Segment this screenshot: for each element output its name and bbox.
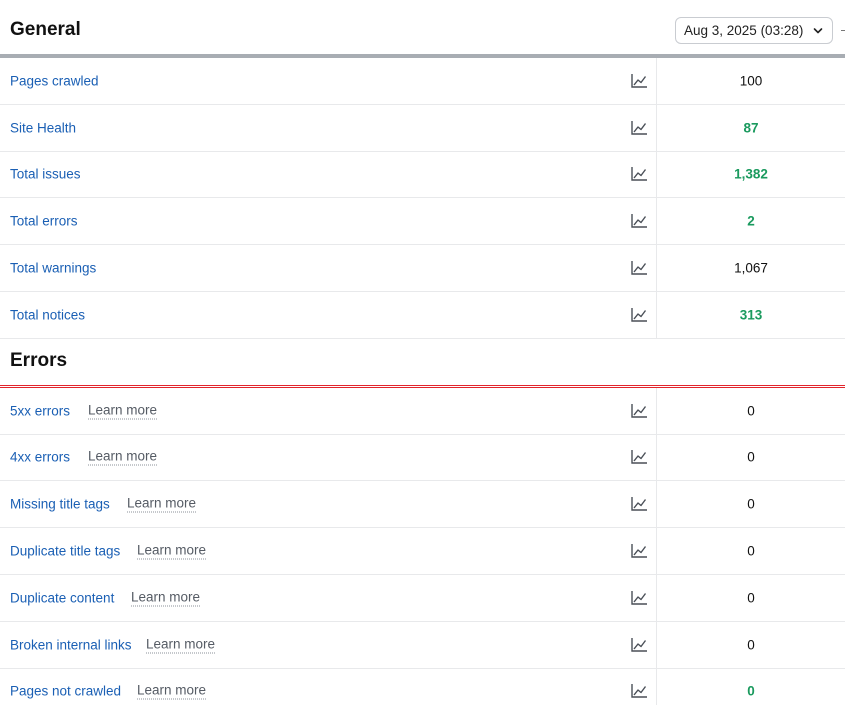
metric-link[interactable]: Total warnings (10, 261, 96, 276)
overflow-edge (841, 30, 845, 31)
line-chart-icon[interactable] (630, 403, 648, 419)
line-chart-icon[interactable] (630, 637, 648, 653)
line-chart-icon[interactable] (630, 73, 648, 89)
line-chart-icon[interactable] (630, 260, 648, 276)
error-link[interactable]: Pages not crawled (10, 684, 121, 699)
metric-value: 1,382 (734, 166, 768, 182)
error-link[interactable]: Duplicate content (10, 590, 114, 605)
error-link[interactable]: Broken internal links (10, 637, 132, 652)
metric-value: 2 (747, 213, 755, 229)
metric-link[interactable]: Pages crawled (10, 73, 99, 88)
learn-more-link[interactable]: Learn more (131, 589, 201, 607)
line-chart-icon[interactable] (630, 496, 648, 512)
line-chart-icon[interactable] (630, 590, 648, 606)
error-value: 0 (747, 496, 755, 512)
error-value: 0 (747, 590, 755, 606)
errors-header: Errors (0, 339, 845, 385)
error-row: Duplicate content Learn more 0 (0, 574, 845, 622)
errors-section: Errors 5xx errors Learn more 0 4xx error… (0, 339, 845, 705)
metric-row: Site Health 87 (0, 104, 845, 152)
error-value: 0 (747, 683, 755, 699)
metric-value: 313 (739, 307, 763, 323)
learn-more-link[interactable]: Learn more (146, 636, 216, 654)
line-chart-icon[interactable] (630, 683, 648, 699)
general-title: General (10, 19, 81, 40)
snapshot-date-value: Aug 3, 2025 (03:28) (684, 23, 804, 38)
error-row: Duplicate title tags Learn more 0 (0, 528, 845, 575)
error-row: Pages not crawled Learn more 0 (0, 668, 845, 705)
learn-more-link[interactable]: Learn more (137, 683, 207, 700)
error-link[interactable]: 5xx errors (10, 403, 70, 418)
general-header: General Aug 3, 2025 (03:28) (0, 0, 845, 58)
error-row: Missing title tags Learn more 0 (0, 481, 845, 529)
line-chart-icon[interactable] (630, 166, 648, 182)
learn-more-link[interactable]: Learn more (88, 449, 158, 466)
learn-more-link[interactable]: Learn more (137, 543, 207, 560)
line-chart-icon[interactable] (630, 543, 648, 559)
error-value: 0 (747, 637, 755, 653)
error-link[interactable]: Missing title tags (10, 497, 110, 512)
error-value: 0 (747, 449, 755, 465)
error-value: 0 (747, 543, 755, 559)
metric-row: Total errors 2 (0, 198, 845, 246)
error-value: 0 (747, 403, 755, 419)
learn-more-link[interactable]: Learn more (127, 496, 197, 513)
chevron-down-icon (813, 28, 823, 34)
metric-row: Total issues 1,382 (0, 151, 845, 199)
metric-link[interactable]: Total errors (10, 214, 78, 229)
line-chart-icon[interactable] (630, 213, 648, 229)
error-row: 5xx errors Learn more 0 (0, 387, 845, 435)
snapshot-date-select[interactable]: Aug 3, 2025 (03:28) (675, 17, 833, 44)
error-link[interactable]: Duplicate title tags (10, 544, 120, 559)
metric-link[interactable]: Total notices (10, 307, 85, 322)
metric-value: 87 (743, 120, 759, 136)
metric-row: Pages crawled 100 (0, 58, 845, 105)
line-chart-icon[interactable] (630, 449, 648, 465)
metric-link[interactable]: Site Health (10, 120, 76, 135)
error-row: Broken internal links Learn more 0 (0, 621, 845, 669)
metric-value: 100 (739, 73, 763, 89)
error-row: 4xx errors Learn more 0 (0, 434, 845, 482)
errors-title: Errors (10, 349, 68, 371)
error-link[interactable]: 4xx errors (10, 450, 70, 465)
metric-row: Total notices 313 (0, 291, 845, 339)
line-chart-icon[interactable] (630, 120, 648, 136)
general-section: General Aug 3, 2025 (03:28) Pages crawle… (0, 0, 845, 339)
metric-value: 1,067 (734, 260, 768, 276)
learn-more-link[interactable]: Learn more (88, 402, 158, 420)
line-chart-icon[interactable] (630, 307, 648, 323)
metric-row: Total warnings 1,067 (0, 245, 845, 292)
metric-link[interactable]: Total issues (10, 167, 81, 182)
